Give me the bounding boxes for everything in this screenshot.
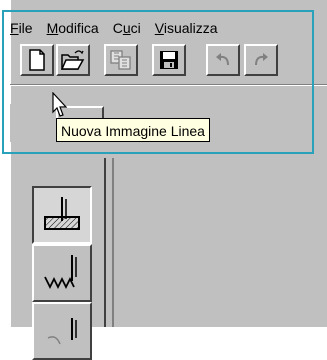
menu-modifica[interactable]: Modifica bbox=[47, 20, 99, 36]
save-button[interactable] bbox=[152, 44, 186, 76]
undo-icon bbox=[216, 53, 229, 66]
palette-divider-shadow bbox=[112, 158, 114, 327]
palette-divider bbox=[104, 158, 106, 327]
menu-cuci[interactable]: Cuci bbox=[113, 20, 141, 36]
zigzag-stitch-tool[interactable] bbox=[32, 244, 92, 302]
stitch-fill-icon bbox=[44, 197, 80, 230]
zigzag-stitch-icon bbox=[44, 255, 77, 290]
menu-file[interactable]: File bbox=[10, 20, 33, 36]
menu-bar: File Modifica Cuci Visualizza bbox=[10, 18, 232, 38]
undo-button[interactable] bbox=[206, 44, 240, 76]
open-folder-icon bbox=[61, 50, 85, 70]
curve-stitch-tool[interactable] bbox=[32, 302, 92, 360]
copy-document-icon bbox=[110, 50, 131, 70]
tooltip: Nuova Immagine Linea bbox=[56, 118, 210, 142]
new-document-icon bbox=[29, 49, 45, 71]
redo-button[interactable] bbox=[244, 44, 278, 76]
menu-visualizza[interactable]: Visualizza bbox=[155, 20, 218, 36]
save-disk-icon bbox=[160, 51, 178, 69]
toolbar-separator bbox=[10, 84, 327, 86]
curve-stitch-icon bbox=[47, 318, 77, 345]
redo-icon bbox=[255, 53, 268, 66]
tool-palette bbox=[28, 158, 108, 360]
copy-button[interactable] bbox=[104, 44, 138, 76]
new-document-button[interactable] bbox=[20, 44, 54, 76]
straight-stitch-tool[interactable] bbox=[32, 186, 92, 244]
open-button[interactable] bbox=[56, 44, 90, 76]
